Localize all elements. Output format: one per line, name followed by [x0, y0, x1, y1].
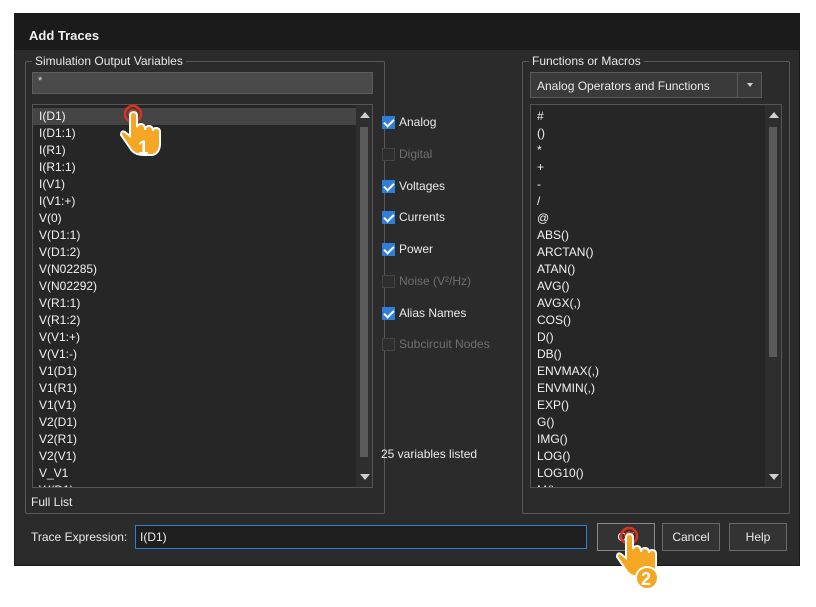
cancel-button[interactable]: Cancel	[662, 523, 720, 551]
filter-checkbox[interactable]	[382, 210, 395, 224]
filter-checkbox[interactable]	[382, 115, 395, 129]
filter-checkbox-row: Subcircuit Nodes	[382, 335, 490, 353]
list-item[interactable]: I(D1)	[33, 108, 356, 125]
step-2-number: 2	[641, 569, 651, 589]
pointer-hand-icon: 1	[119, 104, 161, 159]
filter-label: Alias Names	[399, 306, 467, 320]
functions-scrollbar[interactable]	[765, 105, 781, 487]
list-item[interactable]: AVGX(,)	[531, 295, 781, 312]
pointer-hand-icon: 2	[615, 526, 659, 590]
list-item[interactable]: /	[531, 193, 781, 210]
trace-expression-label: Trace Expression:	[31, 530, 128, 544]
chevron-down-icon[interactable]	[737, 73, 761, 97]
filter-checkbox[interactable]	[382, 306, 395, 320]
help-button[interactable]: Help	[729, 523, 787, 551]
scroll-up-arrow-icon[interactable]	[360, 112, 370, 118]
filter-checkbox-row: Digital	[382, 145, 432, 163]
list-item[interactable]: ()	[531, 125, 781, 142]
filter-checkbox-row[interactable]: Power	[382, 240, 433, 258]
list-item[interactable]: I(D1:1)	[33, 125, 356, 142]
scroll-down-arrow-icon[interactable]	[769, 474, 779, 480]
list-item[interactable]: V2(D1)	[33, 414, 356, 431]
full-list-label: Full List	[31, 495, 73, 509]
list-item[interactable]: V2(V1)	[33, 448, 356, 465]
list-item[interactable]: #	[531, 108, 781, 125]
filter-label: Digital	[399, 147, 433, 161]
filter-label: Analog	[399, 115, 437, 129]
filter-label: Currents	[399, 210, 446, 224]
list-item[interactable]: V(N02285)	[33, 261, 356, 278]
variables-list[interactable]: I(D1) I(D1:1) I(R1) I(R1:1) I(V1) I(V1:+) V(0)…	[32, 104, 373, 488]
functions-list[interactable]: #() * + - / @ ABS() ARCTAN() ATAN() AVG() AVGX(,) C…	[530, 104, 782, 488]
filter-checkbox[interactable]	[382, 242, 395, 256]
list-item[interactable]: LOG()	[531, 448, 781, 465]
variable-filter-input[interactable]: *	[32, 72, 373, 94]
list-item[interactable]: V1(D1)	[33, 363, 356, 380]
filter-checkbox[interactable]	[382, 179, 395, 193]
list-item[interactable]: V_V1	[33, 465, 356, 482]
group-title-functions: Functions or Macros	[529, 54, 644, 68]
list-item[interactable]: COS()	[531, 312, 781, 329]
filter-checkbox	[382, 337, 395, 351]
scroll-thumb[interactable]	[360, 127, 368, 457]
list-item[interactable]: DB()	[531, 346, 781, 363]
add-traces-dialog: Add Traces Simulation Output Variables *…	[14, 13, 800, 566]
scroll-up-arrow-icon[interactable]	[769, 112, 779, 118]
list-item[interactable]: ENVMAX(,)	[531, 363, 781, 380]
scroll-down-arrow-icon[interactable]	[360, 474, 370, 480]
filter-label: Noise (V²/Hz)	[399, 274, 472, 288]
trace-expression-input[interactable]: I(D1)	[135, 525, 587, 549]
variables-scrollbar[interactable]	[356, 105, 372, 487]
list-item[interactable]: ATAN()	[531, 261, 781, 278]
list-item[interactable]: +	[531, 159, 781, 176]
list-item[interactable]: IMG()	[531, 431, 781, 448]
list-item[interactable]: V(D1:1)	[33, 227, 356, 244]
list-item[interactable]: V(V1:-)	[33, 346, 356, 363]
step-1-number: 1	[138, 138, 149, 159]
list-item[interactable]: V(R1:1)	[33, 295, 356, 312]
list-item[interactable]: ARCTAN()	[531, 244, 781, 261]
list-item[interactable]: @	[531, 210, 781, 227]
list-item[interactable]: *	[531, 142, 781, 159]
list-item[interactable]: M()	[531, 482, 781, 487]
list-item[interactable]: I(V1:+)	[33, 193, 356, 210]
variables-count-text: 25 variables listed	[381, 447, 478, 461]
filter-checkbox	[382, 147, 395, 161]
list-item[interactable]: W(D1)	[33, 482, 356, 487]
filter-checkbox	[382, 274, 395, 288]
list-item[interactable]: V(D1:2)	[33, 244, 356, 261]
list-item[interactable]: ENVMIN(,)	[531, 380, 781, 397]
list-item[interactable]: AVG()	[531, 278, 781, 295]
list-item[interactable]: I(V1)	[33, 176, 356, 193]
list-item[interactable]: V(0)	[33, 210, 356, 227]
filter-checkbox-row[interactable]: Alias Names	[382, 304, 466, 322]
dropdown-value: Analog Operators and Functions	[537, 79, 710, 93]
filter-checkbox-row[interactable]: Analog	[382, 113, 436, 131]
list-item[interactable]: V(V1:+)	[33, 329, 356, 346]
list-item[interactable]: V2(R1)	[33, 431, 356, 448]
filter-checkbox-row[interactable]: Voltages	[382, 177, 445, 195]
filter-checkbox-row[interactable]: Currents	[382, 208, 445, 226]
scroll-thumb[interactable]	[769, 127, 777, 357]
list-item[interactable]: LOG10()	[531, 465, 781, 482]
list-item[interactable]: V(R1:2)	[33, 312, 356, 329]
list-item[interactable]: V(N02292)	[33, 278, 356, 295]
list-item[interactable]: EXP()	[531, 397, 781, 414]
list-item[interactable]: I(R1)	[33, 142, 356, 159]
filter-label: Power	[399, 242, 434, 256]
list-item[interactable]: -	[531, 176, 781, 193]
dialog-title: Add Traces	[15, 14, 799, 50]
list-item[interactable]: V1(R1)	[33, 380, 356, 397]
list-item[interactable]: V1(V1)	[33, 397, 356, 414]
list-item[interactable]: ABS()	[531, 227, 781, 244]
list-item[interactable]: I(R1:1)	[33, 159, 356, 176]
filter-label: Subcircuit Nodes	[399, 337, 490, 351]
list-item[interactable]: D()	[531, 329, 781, 346]
group-title-simulation-output: Simulation Output Variables	[32, 54, 186, 68]
list-item[interactable]: G()	[531, 414, 781, 431]
filter-checkbox-row: Noise (V²/Hz)	[382, 272, 471, 290]
functions-category-dropdown[interactable]: Analog Operators and Functions	[530, 72, 762, 98]
filter-label: Voltages	[399, 179, 446, 193]
